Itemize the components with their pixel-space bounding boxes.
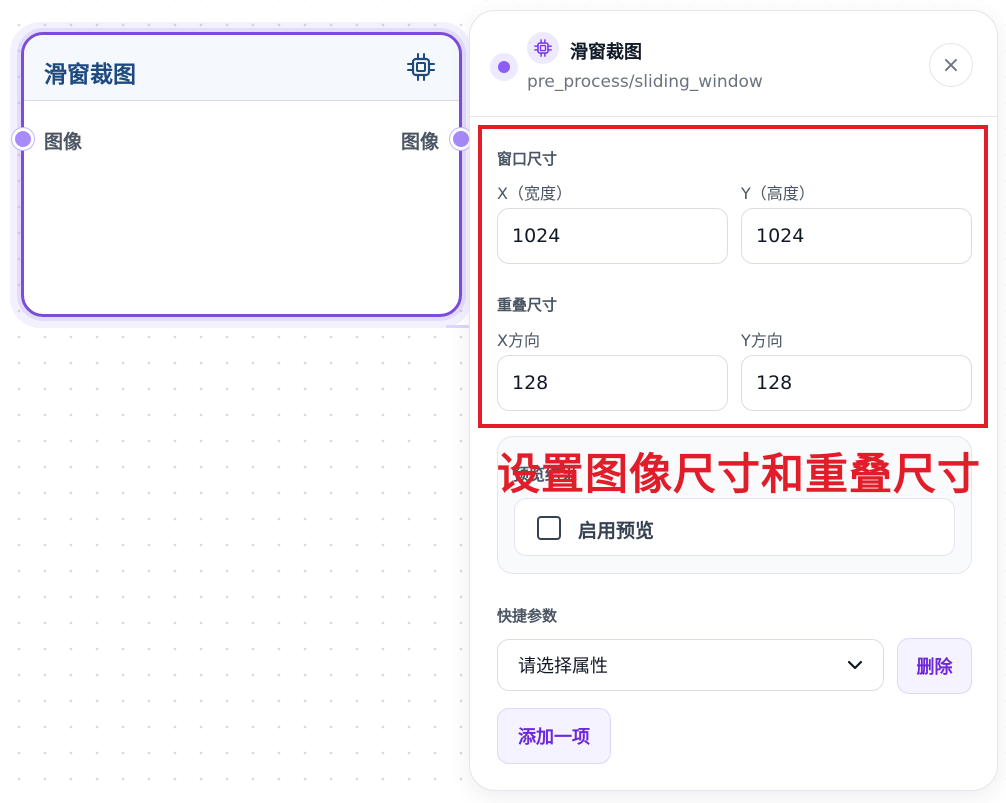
attribute-select[interactable]: 请选择属性 <box>497 639 884 691</box>
preview-checkbox-label: 启用预览 <box>578 520 655 542</box>
close-icon: × <box>941 52 961 78</box>
chip-icon <box>527 32 559 64</box>
node-title: 滑窗裁图 <box>44 62 136 88</box>
chip-icon <box>407 53 435 81</box>
enable-preview-toggle[interactable]: 启用预览 <box>514 498 955 556</box>
output-port-label: 图像 <box>400 131 439 153</box>
input-port-label: 图像 <box>44 131 83 153</box>
preview-checkbox[interactable] <box>537 516 561 540</box>
close-button[interactable]: × <box>929 43 973 87</box>
add-item-button[interactable]: 添加一项 <box>497 708 611 764</box>
chevron-down-icon <box>847 660 863 670</box>
attribute-select-value: 请选择属性 <box>518 656 608 677</box>
annotation-highlight-box <box>478 125 988 428</box>
node-header[interactable]: 滑窗裁图 <box>24 35 459 101</box>
panel-header: 滑窗裁图 pre_process/sliding_window × <box>470 11 997 117</box>
input-port[interactable] <box>12 128 34 150</box>
quick-params-label: 快捷参数 <box>497 607 558 625</box>
delete-button[interactable]: 删除 <box>897 638 972 694</box>
edge-stub <box>446 325 470 328</box>
node-path: pre_process/sliding_window <box>527 72 763 92</box>
sliding-window-node[interactable]: 滑窗裁图 图像 图像 <box>12 32 472 317</box>
status-dot-icon <box>490 53 518 81</box>
annotation-text: 设置图像尺寸和重叠尺寸 <box>497 450 981 500</box>
panel-title: 滑窗裁图 <box>570 42 642 63</box>
